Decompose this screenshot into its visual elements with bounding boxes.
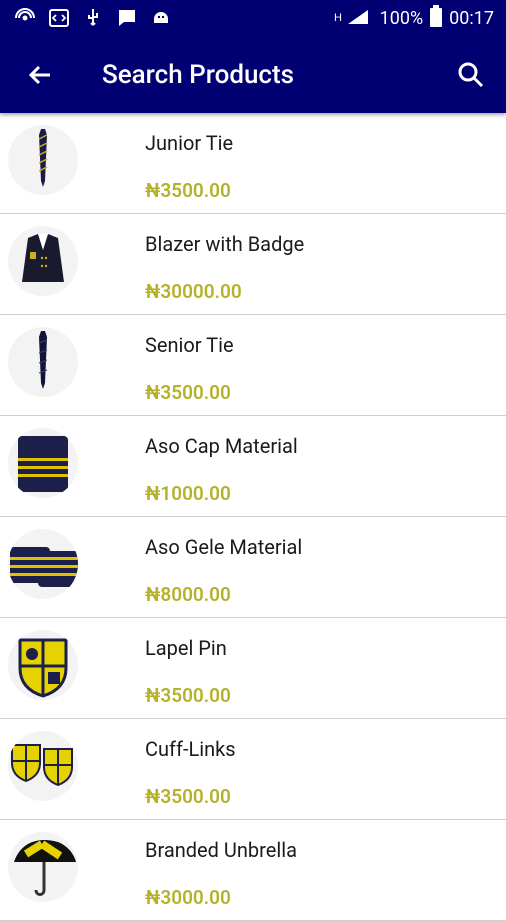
blazer-icon — [22, 234, 64, 282]
product-thumbnail — [8, 630, 78, 700]
message-icon — [116, 7, 138, 29]
back-arrow-icon — [28, 65, 50, 84]
list-item[interactable]: Aso Gele Material ₦8000.00 — [0, 517, 506, 618]
back-button[interactable] — [0, 36, 80, 113]
tie-icon — [38, 331, 48, 389]
product-price: ₦3500.00 — [145, 381, 231, 404]
product-price: ₦3500.00 — [145, 179, 231, 202]
product-price: ₦30000.00 — [145, 280, 242, 303]
product-thumbnail — [8, 731, 78, 801]
product-thumbnail — [8, 529, 78, 599]
product-name: Aso Cap Material — [145, 434, 298, 458]
product-name: Senior Tie — [145, 333, 234, 357]
product-name: Blazer with Badge — [145, 232, 305, 256]
list-item[interactable]: Senior Tie ₦3500.00 — [0, 315, 506, 416]
list-item[interactable]: Lapel Pin ₦3500.00 — [0, 618, 506, 719]
battery-percent: 100% — [379, 7, 424, 29]
product-name: Aso Gele Material — [145, 535, 303, 559]
status-left-icons — [0, 7, 172, 29]
usb-icon — [82, 7, 104, 29]
search-icon — [458, 62, 484, 87]
list-item[interactable]: Branded Unbrella ₦3000.00 — [0, 820, 506, 921]
page-title: Search Products — [102, 59, 295, 90]
product-name: Cuff-Links — [145, 737, 236, 761]
signal-icon: H — [334, 6, 374, 31]
app-bar: Search Products — [0, 36, 506, 113]
list-item[interactable]: Aso Cap Material ₦1000.00 — [0, 416, 506, 517]
search-button[interactable] — [436, 36, 506, 113]
product-thumbnail — [8, 226, 78, 296]
android-icon — [150, 7, 172, 29]
product-price: ₦1000.00 — [145, 482, 231, 505]
status-bar: H 100% 00:17 — [0, 0, 506, 36]
product-list: Junior Tie ₦3500.00 Blazer with Badge ₦3… — [0, 113, 506, 921]
product-price: ₦8000.00 — [145, 583, 231, 606]
product-thumbnail — [8, 832, 78, 902]
tie-icon — [38, 129, 48, 187]
fabric-icon — [10, 547, 78, 587]
svg-text:H: H — [334, 12, 342, 24]
list-item[interactable]: Junior Tie ₦3500.00 — [0, 113, 506, 214]
product-name: Junior Tie — [145, 131, 234, 155]
shield-badge-icon — [18, 638, 68, 698]
status-right: H 100% 00:17 — [334, 4, 506, 32]
shield-badge-icon — [11, 744, 73, 787]
product-price: ₦3000.00 — [145, 886, 231, 909]
battery-icon — [429, 4, 443, 32]
umbrella-icon — [14, 840, 76, 896]
product-name: Lapel Pin — [145, 636, 227, 660]
product-thumbnail — [8, 125, 78, 195]
product-price: ₦3500.00 — [145, 684, 231, 707]
product-price: ₦3500.00 — [145, 785, 231, 808]
list-item[interactable]: Cuff-Links ₦3500.00 — [0, 719, 506, 820]
product-thumbnail — [8, 327, 78, 397]
hotspot-icon — [14, 7, 36, 29]
clock: 00:17 — [449, 7, 494, 29]
code-icon — [48, 7, 70, 29]
product-name: Branded Unbrella — [145, 838, 297, 862]
list-item[interactable]: Blazer with Badge ₦30000.00 — [0, 214, 506, 315]
fabric-icon — [18, 436, 68, 492]
product-thumbnail — [8, 428, 78, 498]
